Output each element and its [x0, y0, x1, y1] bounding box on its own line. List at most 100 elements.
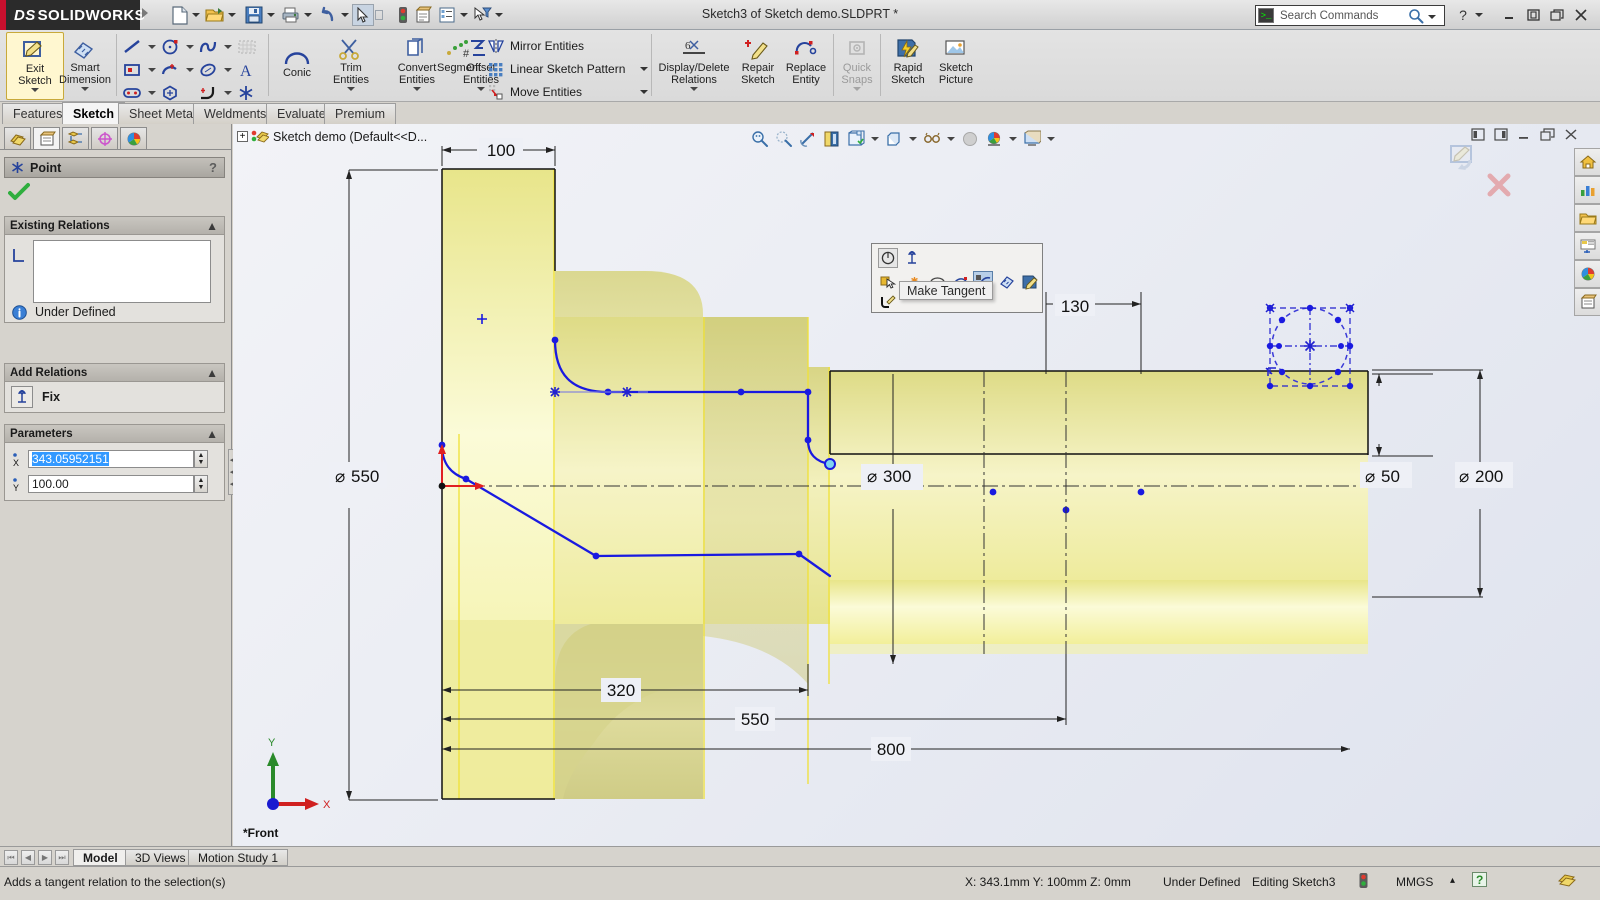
spline-tool-button[interactable] [198, 36, 232, 58]
search-icon[interactable] [1408, 8, 1424, 24]
x-coordinate-field[interactable]: 343.05952151 [28, 450, 194, 468]
move-entities-dropdown-icon[interactable] [640, 90, 648, 94]
smart-dimension-icon[interactable] [996, 272, 1016, 292]
select-chain-icon[interactable] [878, 248, 898, 268]
property-manager-icon [38, 131, 56, 147]
spline-dropdown-icon[interactable] [224, 45, 232, 49]
property-manager-help-icon[interactable]: ? [209, 160, 217, 175]
convert-entities-dropdown-icon[interactable] [413, 87, 421, 91]
tab-nav-first[interactable]: ⏮ [4, 850, 18, 865]
minimize-button[interactable] [1500, 7, 1518, 23]
sketch-fillet-button[interactable] [198, 82, 232, 104]
tab-sketch[interactable]: Sketch [62, 102, 125, 125]
status-units-caret-icon[interactable]: ▴ [1450, 875, 1455, 886]
display-delete-relations-dropdown-icon[interactable] [690, 87, 698, 91]
tab-nav-last[interactable]: ⏭ [55, 850, 69, 865]
dim-dia-50-symbol: ⌀ [1365, 467, 1375, 486]
sketch-drawing[interactable]: 100 130 ⌀ 550 ⌀ 300 ⌀ 50 ⌀ 200 320 550 8… [233, 124, 1600, 846]
tab-nav-next[interactable]: ▶ [38, 850, 52, 865]
graphics-area[interactable]: + Sketch demo (Default<<D... [233, 124, 1600, 846]
add-relations-title-bar[interactable]: Add Relations ▲ [5, 364, 224, 382]
ellipse-icon [198, 61, 220, 79]
rapid-sketch-button[interactable]: RapidSketch [884, 32, 932, 100]
arc-dropdown-icon[interactable] [186, 68, 194, 72]
property-manager-ok-button[interactable] [8, 182, 30, 202]
fix-relation-icon[interactable] [902, 248, 922, 268]
restore-button[interactable] [1524, 7, 1542, 23]
display-delete-relations-button[interactable]: 6 Display/DeleteRelations [655, 32, 733, 100]
mirror-entities-button[interactable]: Mirror Entities [487, 35, 584, 57]
help-dropdown-icon[interactable] [1470, 7, 1488, 23]
select-other-icon[interactable] [878, 272, 898, 292]
linear-pattern-dropdown-icon[interactable] [640, 67, 648, 71]
conic-button[interactable]: Conic [274, 32, 320, 100]
polygon-tool-button[interactable] [160, 82, 182, 104]
y-coordinate-spinner[interactable]: ▲▼ [194, 475, 208, 493]
status-definition-state: Under Defined [1163, 875, 1240, 889]
tab-sheet-metal-label: Sheet Metal [129, 107, 196, 121]
smart-dimension-dropdown-icon[interactable] [81, 87, 89, 91]
trim-entities-button[interactable]: TrimEntities [322, 32, 380, 100]
segment-button-visible[interactable]: # Segment [432, 32, 486, 100]
close-button[interactable] [1572, 7, 1590, 23]
sketch-edit-icon[interactable] [1019, 272, 1039, 292]
dimxpert-manager-tab[interactable] [91, 127, 118, 149]
context-toolbar[interactable] [871, 243, 1043, 313]
linear-sketch-pattern-button[interactable]: Linear Sketch Pattern [487, 58, 625, 80]
replace-entity-button[interactable]: ReplaceEntity [781, 32, 831, 100]
existing-relations-list[interactable] [33, 240, 211, 303]
configuration-manager-tab[interactable] [62, 127, 89, 149]
y-coordinate-field[interactable]: 100.00 [28, 475, 194, 493]
x-coordinate-spinner[interactable]: ▲▼ [194, 450, 208, 468]
quick-snaps-button[interactable]: QuickSnaps [836, 32, 878, 100]
ellipse-dropdown-icon[interactable] [224, 68, 232, 72]
sketch-picture-button[interactable]: SketchPicture [932, 32, 980, 100]
move-entities-button[interactable]: Move Entities [487, 81, 582, 103]
status-help-icon[interactable]: ? [1472, 872, 1487, 887]
tab-weldments[interactable]: Weldments [193, 103, 277, 124]
rectangle-dropdown-icon[interactable] [148, 68, 156, 72]
slot-tool-button[interactable] [122, 82, 156, 104]
line-tool-button[interactable] [122, 36, 156, 58]
dim-dia-550: 550 [351, 467, 379, 486]
add-relations-collapse-icon[interactable]: ▲ [206, 366, 218, 380]
repair-sketch-button[interactable]: RepairSketch [733, 32, 783, 100]
tab-premium[interactable]: Premium [324, 103, 396, 124]
ellipse-tool-button[interactable] [198, 59, 232, 81]
circle-icon [160, 38, 182, 56]
sketch-fillet-dropdown-icon[interactable] [224, 91, 232, 95]
display-manager-tab[interactable] [120, 127, 147, 149]
arc-tool-button[interactable] [160, 59, 194, 81]
tab-motion-study-1[interactable]: Motion Study 1 [188, 849, 288, 866]
point-tool-button[interactable] [236, 82, 258, 104]
status-units[interactable]: MMGS [1396, 875, 1433, 889]
parameters-title-bar[interactable]: Parameters ▲ [5, 425, 224, 443]
tab-nav-prev[interactable]: ◀ [21, 850, 35, 865]
smart-dimension-button[interactable]: SmartDimension [50, 32, 120, 100]
circle-tool-button[interactable] [160, 36, 194, 58]
search-commands-input[interactable]: >_ Search Commands [1255, 5, 1445, 26]
fix-relation-icon[interactable] [11, 386, 33, 408]
parameters-collapse-icon[interactable]: ▲ [206, 427, 218, 441]
existing-relations-title-bar[interactable]: Existing Relations ▲ [5, 217, 224, 235]
trim-entities-dropdown-icon[interactable] [347, 87, 355, 91]
maximize-button[interactable] [1548, 7, 1566, 23]
exit-sketch-dropdown-icon[interactable] [31, 88, 39, 92]
make-path-icon[interactable] [878, 292, 898, 312]
quick-snaps-dropdown-icon[interactable] [853, 87, 861, 91]
property-manager-tab[interactable] [33, 127, 60, 149]
search-dropdown-icon[interactable] [1428, 15, 1436, 19]
surface-tool-button[interactable] [236, 36, 258, 58]
tab-3d-views[interactable]: 3D Views [125, 849, 195, 866]
title-bar: DSSOLIDWORKS [0, 0, 1600, 30]
tab-model[interactable]: Model [73, 849, 128, 866]
line-dropdown-icon[interactable] [148, 45, 156, 49]
rectangle-tool-button[interactable] [122, 59, 156, 81]
slot-dropdown-icon[interactable] [148, 91, 156, 95]
existing-relations-collapse-icon[interactable]: ▲ [206, 219, 218, 233]
text-tool-button[interactable]: A [236, 59, 258, 81]
arc-icon [160, 61, 182, 79]
feature-manager-tab[interactable] [4, 127, 31, 149]
circle-dropdown-icon[interactable] [186, 45, 194, 49]
dimxpert-icon [96, 131, 114, 147]
